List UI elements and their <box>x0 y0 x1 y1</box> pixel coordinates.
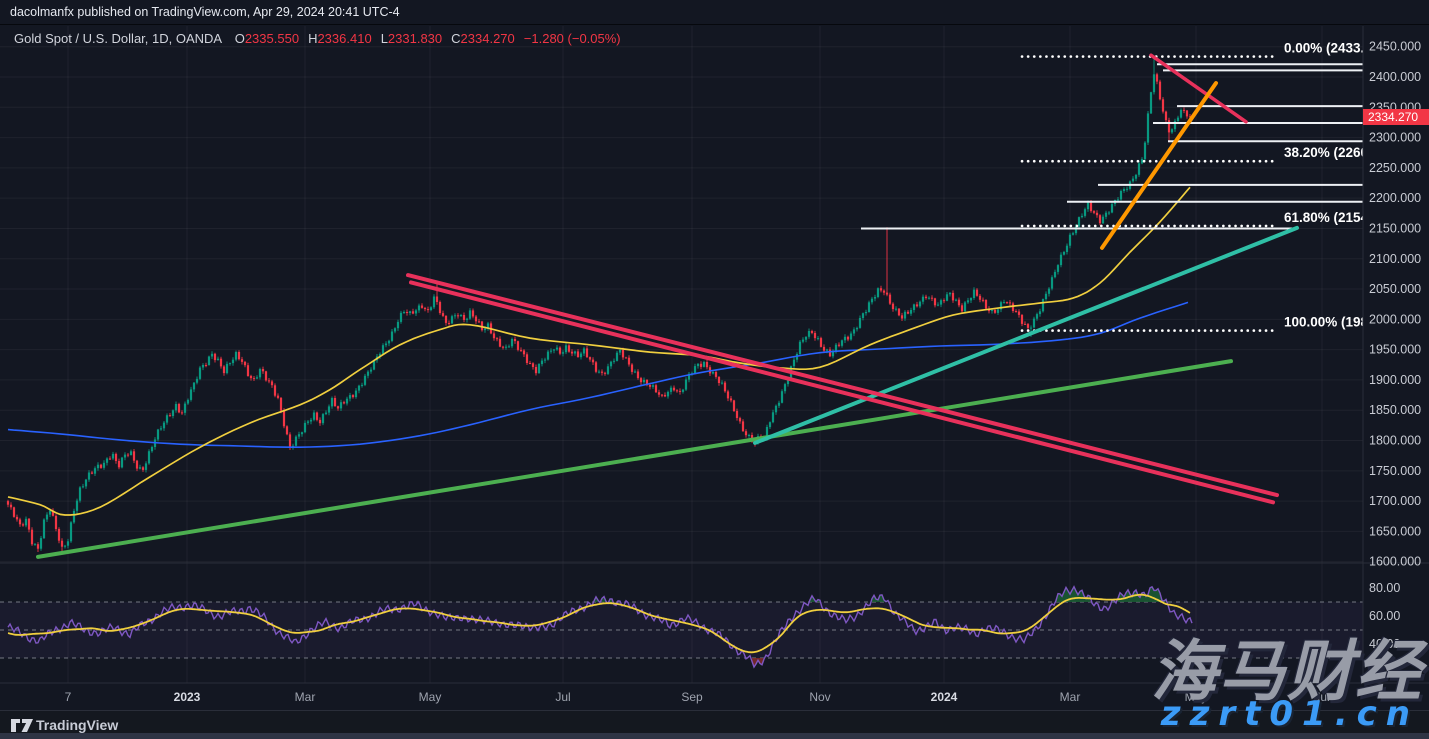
trendline-channel-lower <box>411 282 1273 502</box>
price-pane[interactable] <box>7 55 1363 557</box>
low-value: 2331.830 <box>388 31 442 46</box>
svg-text:1600.000: 1600.000 <box>1369 555 1421 569</box>
high-value: 2336.410 <box>317 31 371 46</box>
svg-text:Sep: Sep <box>681 690 703 704</box>
trendlines[interactable] <box>38 55 1297 557</box>
trendline-support-green <box>38 361 1231 557</box>
svg-text:1750.000: 1750.000 <box>1369 464 1421 478</box>
svg-text:Nov: Nov <box>809 690 830 704</box>
svg-text:2150.000: 2150.000 <box>1369 221 1421 235</box>
svg-text:2250.000: 2250.000 <box>1369 161 1421 175</box>
low-label: L <box>381 31 388 46</box>
last-price-label: 2334.270 <box>1363 109 1429 125</box>
tradingview-logo-icon[interactable] <box>10 718 34 733</box>
svg-text:2400.000: 2400.000 <box>1369 70 1421 84</box>
svg-text:2024: 2024 <box>931 690 958 704</box>
svg-text:2100.000: 2100.000 <box>1369 252 1421 266</box>
svg-text:Jul: Jul <box>555 690 570 704</box>
watermark-url: zzrt01.cn <box>1161 694 1419 734</box>
svg-text:May: May <box>419 690 442 704</box>
chart-canvas[interactable]: 0.00% (2433.765)38.20% (2260.968)61.80% … <box>0 0 1429 710</box>
svg-text:2450.000: 2450.000 <box>1369 40 1421 54</box>
svg-text:7: 7 <box>65 690 72 704</box>
time-axis[interactable]: 72023MarMayJulSepNov2024MarMayJul <box>65 690 1330 704</box>
svg-text:1850.000: 1850.000 <box>1369 403 1421 417</box>
price-axis[interactable]: 2450.0002400.0002350.0002300.0002250.000… <box>1369 40 1421 679</box>
svg-text:1700.000: 1700.000 <box>1369 494 1421 508</box>
symbol-legend[interactable]: Gold Spot / U.S. Dollar, 1D, OANDA O2335… <box>14 31 621 46</box>
svg-text:2000.000: 2000.000 <box>1369 312 1421 326</box>
close-value: 2334.270 <box>461 31 515 46</box>
svg-text:2023: 2023 <box>174 690 201 704</box>
svg-text:2300.000: 2300.000 <box>1369 131 1421 145</box>
change-value: −1.280 (−0.05%) <box>524 31 621 46</box>
open-label: O <box>235 31 245 46</box>
svg-text:Mar: Mar <box>295 690 316 704</box>
svg-text:2200.000: 2200.000 <box>1369 191 1421 205</box>
svg-text:2050.000: 2050.000 <box>1369 282 1421 296</box>
svg-text:1800.000: 1800.000 <box>1369 434 1421 448</box>
candlestick-series <box>7 57 1191 554</box>
svg-text:80.00: 80.00 <box>1369 581 1400 595</box>
tradingview-chart-screenshot: dacolmanfx published on TradingView.com,… <box>0 0 1429 739</box>
tradingview-brand-text[interactable]: TradingView <box>36 717 118 733</box>
svg-text:1950.000: 1950.000 <box>1369 343 1421 357</box>
svg-text:38.20% (2260.968): 38.20% (2260.968) <box>1284 145 1399 160</box>
symbol-title[interactable]: Gold Spot / U.S. Dollar, 1D, OANDA <box>14 31 222 46</box>
open-value: 2335.550 <box>245 31 299 46</box>
trendline-channel-upper <box>408 275 1277 495</box>
close-label: C <box>451 31 460 46</box>
svg-text:Mar: Mar <box>1060 690 1081 704</box>
svg-text:1650.000: 1650.000 <box>1369 524 1421 538</box>
svg-text:1900.000: 1900.000 <box>1369 373 1421 387</box>
